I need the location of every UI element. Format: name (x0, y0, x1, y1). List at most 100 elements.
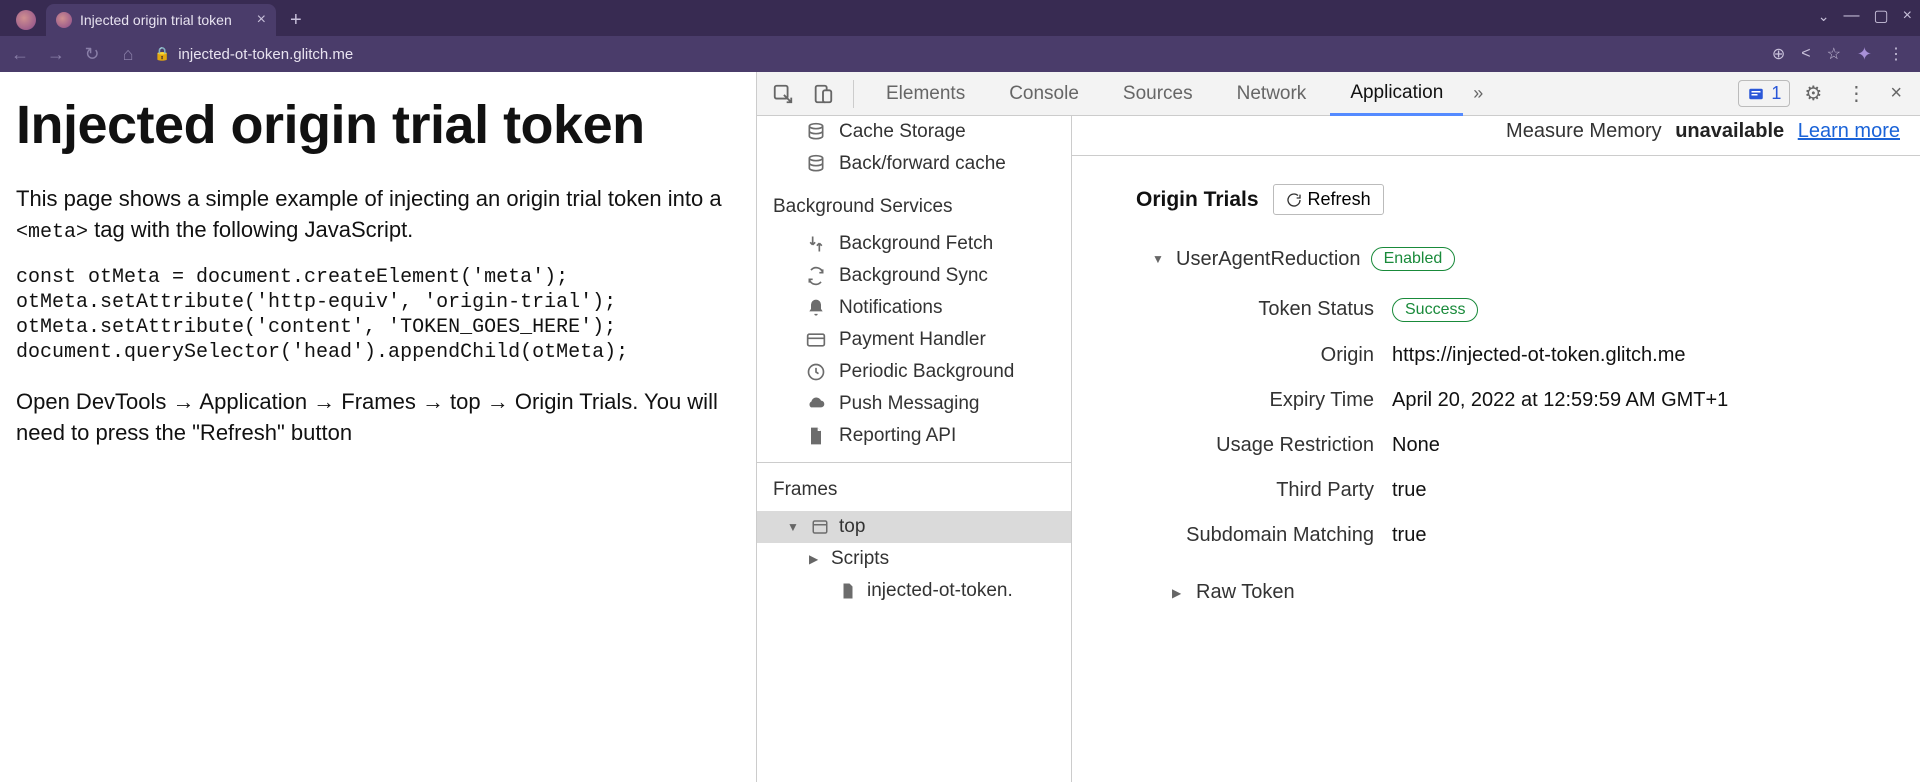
url-bar-row: ← → ↻ ⌂ 🔒 injected-ot-token.glitch.me ⊕ … (0, 36, 1920, 72)
inline-code: <meta> (16, 221, 88, 244)
tab-title: Injected origin trial token (80, 12, 249, 28)
frame-top[interactable]: ▼ top (757, 511, 1071, 543)
tab-console[interactable]: Console (989, 72, 1099, 116)
file-icon (805, 425, 827, 447)
raw-token-label: Raw Token (1196, 581, 1295, 604)
sidebar-item-label: Periodic Background (839, 361, 1014, 383)
main-area: Injected origin trial token This page sh… (0, 72, 1920, 782)
origin-trials-title: Origin Trials (1136, 188, 1259, 212)
new-tab-button[interactable]: + (276, 9, 316, 36)
token-status-key: Token Status (1092, 298, 1392, 321)
sidebar-item-bg-sync[interactable]: Background Sync (757, 260, 1071, 292)
devtools-panel: Elements Console Sources Network Applica… (756, 72, 1920, 782)
frame-scripts[interactable]: ▶ Scripts (757, 543, 1071, 575)
chevron-right-icon: ▶ (1172, 586, 1186, 600)
page-intro: This page shows a simple example of inje… (16, 184, 740, 247)
page-title: Injected origin trial token (16, 94, 740, 156)
tab-bar: Injected origin trial token × + ⌄ — ▢ × (0, 0, 1920, 36)
browser-tab[interactable]: Injected origin trial token × (46, 4, 276, 36)
trial-details-grid: Token Status Success Origin https://inje… (1072, 277, 1920, 557)
sidebar-item-cache-storage[interactable]: Cache Storage (757, 116, 1071, 148)
devtools-close-icon[interactable]: × (1880, 82, 1912, 105)
status-badge: Success (1392, 298, 1478, 322)
sidebar-item-label: Reporting API (839, 425, 956, 447)
address-bar[interactable]: 🔒 injected-ot-token.glitch.me (154, 46, 354, 63)
origin-trials-header: Origin Trials Refresh (1072, 156, 1920, 229)
refresh-button[interactable]: Refresh (1273, 184, 1384, 215)
status-badge: Enabled (1371, 247, 1456, 271)
sidebar-item-label: Background Fetch (839, 233, 993, 255)
sidebar-item-periodic[interactable]: Periodic Background (757, 356, 1071, 388)
fetch-icon (805, 233, 827, 255)
measure-memory-status: unavailable (1675, 120, 1784, 142)
minimize-button[interactable]: — (1844, 7, 1860, 25)
frame-scripts-label: Scripts (831, 548, 889, 570)
sidebar-heading-frames: Frames (757, 462, 1071, 511)
settings-icon[interactable]: ⚙ (1794, 81, 1832, 106)
origin-val: https://injected-ot-token.glitch.me (1392, 344, 1900, 367)
share-icon[interactable]: < (1801, 45, 1810, 63)
tab-application[interactable]: Application (1330, 72, 1463, 116)
frame-top-label: top (839, 516, 865, 538)
page-instructions: Open DevTools → Application → Frames → t… (16, 387, 740, 449)
zoom-icon[interactable]: ⊕ (1772, 44, 1785, 64)
expiry-key: Expiry Time (1092, 389, 1392, 412)
browser-chrome: Injected origin trial token × + ⌄ — ▢ × … (0, 0, 1920, 72)
subdomain-val: true (1392, 524, 1900, 547)
maximize-button[interactable]: ▢ (1874, 6, 1889, 26)
issues-button[interactable]: 1 (1738, 80, 1790, 107)
sidebar-item-bg-fetch[interactable]: Background Fetch (757, 228, 1071, 260)
menu-icon[interactable]: ⋮ (1888, 44, 1904, 64)
tab-elements[interactable]: Elements (866, 72, 985, 116)
forward-button[interactable]: → (46, 44, 66, 65)
extensions-icon[interactable]: ✦ (1857, 44, 1872, 65)
bookmark-icon[interactable]: ☆ (1827, 44, 1841, 64)
sidebar-item-label: Push Messaging (839, 393, 979, 415)
sidebar-item-notifications[interactable]: Notifications (757, 292, 1071, 324)
file-icon (837, 580, 859, 602)
trial-name: UserAgentReduction (1176, 248, 1361, 271)
browser-profile-icon[interactable] (16, 10, 36, 30)
home-button[interactable]: ⌂ (118, 44, 138, 65)
url-text: injected-ot-token.glitch.me (178, 46, 353, 63)
favicon-icon (56, 12, 72, 28)
tab-close-icon[interactable]: × (257, 11, 266, 29)
close-window-button[interactable]: × (1903, 7, 1912, 25)
sidebar-heading-services: Background Services (757, 180, 1071, 228)
database-icon (805, 121, 827, 143)
measure-memory-label: Measure Memory (1506, 120, 1662, 142)
window-controls: ⌄ — ▢ × (1818, 6, 1912, 26)
sync-icon (805, 265, 827, 287)
sidebar-item-reporting[interactable]: Reporting API (757, 420, 1071, 452)
clock-icon (805, 361, 827, 383)
device-toggle-icon[interactable] (805, 76, 841, 112)
page-content: Injected origin trial token This page sh… (0, 72, 756, 782)
learn-more-link[interactable]: Learn more (1798, 120, 1900, 142)
lock-icon: 🔒 (154, 46, 170, 62)
bell-icon (805, 297, 827, 319)
sidebar-item-label: Cache Storage (839, 121, 966, 143)
expiry-val: April 20, 2022 at 12:59:59 AM GMT+1 (1392, 389, 1900, 412)
chevron-right-icon: ▶ (809, 552, 823, 566)
raw-token-row[interactable]: ▶ Raw Token (1072, 557, 1920, 604)
tab-network[interactable]: Network (1217, 72, 1327, 116)
frame-leaf[interactable]: injected-ot-token. (757, 575, 1071, 607)
sidebar-item-push[interactable]: Push Messaging (757, 388, 1071, 420)
devtools-menu-icon[interactable]: ⋮ (1836, 81, 1876, 106)
usage-val: None (1392, 434, 1900, 457)
thirdparty-key: Third Party (1092, 479, 1392, 502)
tabs-overflow-icon[interactable]: » (1467, 83, 1489, 104)
sidebar-item-label: Background Sync (839, 265, 988, 287)
chevron-down-icon: ▼ (787, 520, 801, 534)
back-button[interactable]: ← (10, 44, 30, 65)
tab-sources[interactable]: Sources (1103, 72, 1213, 116)
chevron-down-icon: ▼ (1152, 252, 1166, 266)
origin-key: Origin (1092, 344, 1392, 367)
reload-button[interactable]: ↻ (82, 44, 102, 65)
trial-row[interactable]: ▼ UserAgentReduction Enabled (1072, 229, 1920, 277)
toolbar-right: ⊕ < ☆ ✦ ⋮ (1772, 44, 1910, 65)
sidebar-item-payment[interactable]: Payment Handler (757, 324, 1071, 356)
inspect-icon[interactable] (765, 76, 801, 112)
sidebar-item-bfcache[interactable]: Back/forward cache (757, 148, 1071, 180)
tabs-dropdown-icon[interactable]: ⌄ (1818, 8, 1830, 25)
